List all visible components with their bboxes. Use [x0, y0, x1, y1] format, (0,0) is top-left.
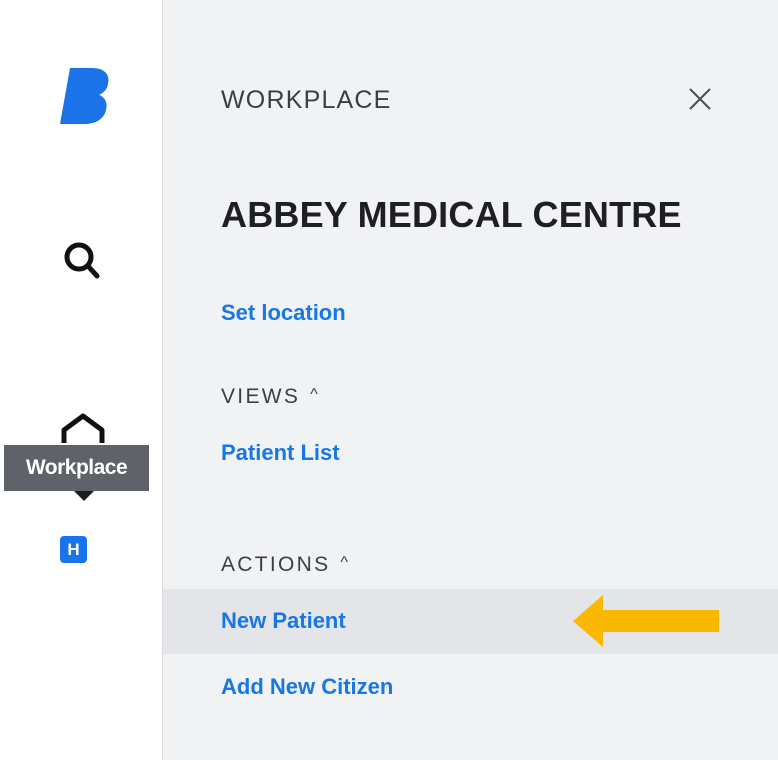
patient-list-link[interactable]: Patient List: [221, 440, 340, 466]
search-icon[interactable]: [62, 238, 102, 282]
workplace-panel: WORKPLACE ABBEY MEDICAL CENTRE Set locat…: [163, 0, 778, 760]
tooltip-arrow: [74, 491, 94, 501]
new-patient-link[interactable]: New Patient: [221, 608, 346, 634]
workplace-h-icon[interactable]: H: [60, 536, 87, 563]
location-name: ABBEY MEDICAL CENTRE: [221, 194, 682, 235]
annotation-arrow-icon: [573, 595, 719, 647]
views-label: VIEWS: [221, 385, 301, 408]
add-new-citizen-link[interactable]: Add New Citizen: [221, 674, 393, 700]
views-section-toggle[interactable]: VIEWS ^: [221, 385, 320, 409]
caret-up-icon: ^: [340, 554, 351, 571]
actions-label: ACTIONS: [221, 553, 331, 576]
set-location-link[interactable]: Set location: [221, 300, 346, 326]
close-icon[interactable]: [687, 86, 713, 112]
caret-up-icon: ^: [310, 386, 320, 403]
brand-logo-icon[interactable]: [60, 68, 110, 124]
home-icon[interactable]: [60, 413, 106, 447]
panel-heading: WORKPLACE: [221, 86, 392, 114]
actions-section-toggle[interactable]: ACTIONS ^: [221, 553, 350, 577]
navigation-rail: Workplace H: [0, 0, 162, 760]
workplace-tooltip: Workplace: [4, 445, 149, 491]
